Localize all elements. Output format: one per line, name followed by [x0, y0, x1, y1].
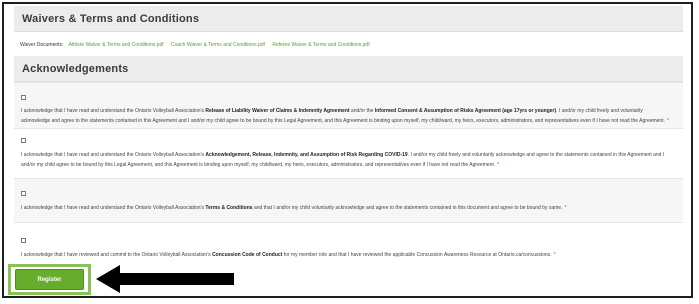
- covid-release-checkbox[interactable]: [21, 138, 26, 143]
- waivers-section-header: Waivers & Terms and Conditions: [14, 6, 683, 32]
- acknowledgement-item: I acknowledge that I have read and under…: [14, 178, 683, 223]
- waivers-title: Waivers & Terms and Conditions: [22, 12, 200, 25]
- register-button-highlight: Register: [8, 264, 91, 295]
- coach-waiver-link[interactable]: Coach Waiver & Terms and Conditions.pdf: [171, 42, 265, 48]
- release-waiver-checkbox[interactable]: [21, 95, 26, 100]
- athlete-waiver-link[interactable]: Athlete Waiver & Terms and Conditions.pd…: [69, 42, 164, 48]
- registration-panel: Waivers & Terms and Conditions Waiver Do…: [2, 2, 693, 298]
- informed-consent-title: Informed Consent & Assumption of Risks A…: [374, 108, 557, 114]
- acknowledgement-item: I acknowledge that I have read and under…: [14, 82, 683, 129]
- concussion-code-checkbox[interactable]: [21, 238, 26, 243]
- required-asterisk: *: [497, 162, 500, 168]
- acknowledgements-section-header: Acknowledgements: [14, 56, 683, 82]
- waiver-agreement-title: Release of Liability Waiver of Claims & …: [205, 108, 350, 114]
- register-button[interactable]: Register: [15, 269, 84, 290]
- waiver-documents-line: Waiver Documents: Athlete Waiver & Terms…: [20, 42, 376, 48]
- terms-conditions-checkbox[interactable]: [21, 191, 26, 196]
- acknowledgement-text: I acknowledge that I have read and under…: [21, 205, 567, 211]
- referee-waiver-link[interactable]: Referee Waiver & Terms and Conditions.pd…: [272, 42, 369, 48]
- acknowledgements-title: Acknowledgements: [22, 62, 129, 75]
- acknowledgement-item: I acknowledge that I have reviewed and c…: [14, 222, 683, 263]
- required-asterisk: *: [553, 252, 556, 258]
- required-asterisk: *: [564, 205, 567, 211]
- acknowledgement-item: I acknowledge that I have read and under…: [14, 128, 683, 179]
- acknowledgement-text: I acknowledge that I have read and under…: [21, 108, 669, 124]
- acknowledgement-text: I acknowledge that I have reviewed and c…: [21, 252, 556, 258]
- pointer-arrow-icon: [96, 265, 234, 293]
- terms-conditions-title: Terms & Conditions: [205, 205, 253, 211]
- waiver-documents-label: Waiver Documents:: [20, 42, 64, 48]
- acknowledgement-text: I acknowledge that I have read and under…: [21, 152, 665, 168]
- covid-agreement-title: Acknowledgement, Release, Indemnity, and…: [205, 152, 408, 158]
- concussion-code-title: Concussion Code of Conduct: [212, 252, 283, 258]
- required-asterisk: *: [666, 118, 669, 124]
